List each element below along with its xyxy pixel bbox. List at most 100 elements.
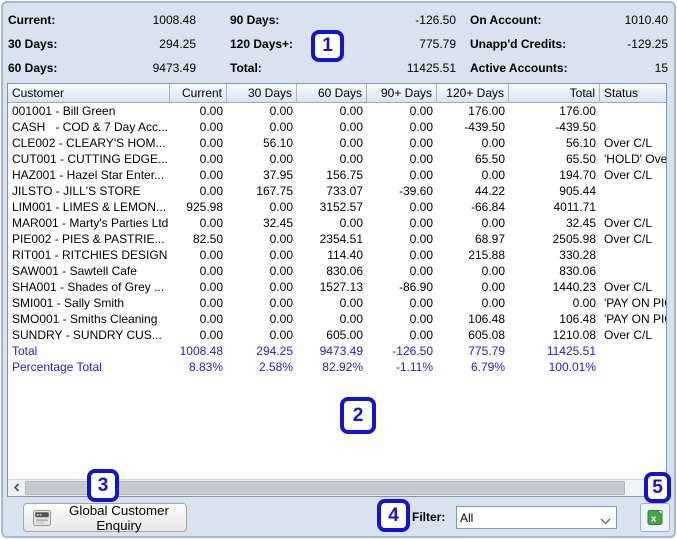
- table-row[interactable]: JILSTO - JILL'S STORE 0.00 167.75 733.07…: [8, 183, 666, 199]
- column-header-total[interactable]: Total: [509, 84, 600, 102]
- table-row[interactable]: SHA001 - Shades of Grey ... 0.00 0.00 15…: [8, 279, 666, 295]
- cell-customer: SAW001 - Sawtell Cafe: [12, 264, 137, 278]
- table-row[interactable]: 001001 - Bill Green 0.00 0.00 0.00 0.00 …: [8, 103, 666, 119]
- summary-value: 11425.51: [406, 61, 456, 75]
- summary-item: On Account: 1010.40: [470, 8, 668, 32]
- summary-value: 1008.48: [152, 13, 196, 27]
- cell-total: 2505.98: [552, 232, 596, 246]
- summary-label: 30 Days:: [8, 37, 58, 51]
- cell-current: 925.98: [186, 200, 223, 214]
- column-header-customer[interactable]: Customer: [8, 84, 170, 102]
- cell-current: 82.50: [192, 232, 223, 246]
- table-row[interactable]: SAW001 - Sawtell Cafe 0.00 0.00 830.06 0…: [8, 263, 666, 279]
- cell-current: 0.00: [199, 104, 223, 118]
- cell-status: [600, 103, 666, 119]
- cell-30-days: 0.00: [269, 264, 293, 278]
- cell-60-days: 0.00: [339, 312, 363, 326]
- summary-value: 294.25: [159, 37, 196, 51]
- excel-file-icon: x: [647, 509, 663, 526]
- cell-90-days: 0.00: [409, 120, 433, 134]
- column-header-60-days[interactable]: 60 Days: [297, 84, 367, 102]
- cell-status: [600, 183, 666, 199]
- cell-90-days: 0.00: [409, 216, 433, 230]
- filter-dropdown-wrap: All: [456, 506, 617, 529]
- column-header-30-days[interactable]: 30 Days: [227, 84, 297, 102]
- cell-120-days: 0.00: [481, 264, 505, 278]
- cell-customer: HAZ001 - Hazel Star Enter...: [12, 168, 165, 182]
- table-row[interactable]: SMO001 - Smiths Cleaning 0.00 0.00 0.00 …: [8, 311, 666, 327]
- cell-status: Over C/L: [604, 328, 653, 342]
- cell-total-120-days: 775.79: [468, 344, 505, 358]
- table-row[interactable]: PIE002 - PIES & PASTRIE... 82.50 0.00 23…: [8, 231, 666, 247]
- cell-30-days: 0.00: [269, 120, 293, 134]
- table-row[interactable]: RIT001 - RITCHIES DESIGN 0.00 0.00 114.4…: [8, 247, 666, 263]
- scroll-left-button[interactable]: [8, 480, 25, 496]
- summary-label: On Account:: [470, 13, 542, 27]
- cell-60-days: 0.00: [339, 120, 363, 134]
- summary-value: 775.79: [419, 37, 456, 51]
- cell-total: 0.00: [572, 296, 596, 310]
- cell-90-days: 0.00: [409, 200, 433, 214]
- cell-customer: JILSTO - JILL'S STORE: [12, 184, 141, 198]
- summary-label: Current:: [8, 13, 56, 27]
- card-file-icon: [33, 509, 51, 526]
- cell-current: 0.00: [199, 312, 223, 326]
- cell-120-days: 0.00: [481, 296, 505, 310]
- summary-item: 60 Days: 9473.49: [8, 56, 196, 80]
- summary-value: 15: [654, 61, 668, 75]
- cell-total-90-days: -126.50: [392, 344, 433, 358]
- cell-120-days: 0.00: [481, 280, 505, 294]
- cell-status: Over C/L: [604, 216, 653, 230]
- summary-value: 1010.40: [624, 13, 668, 27]
- svg-text:x: x: [651, 514, 657, 525]
- cell-120-days: 215.88: [468, 248, 505, 262]
- export-to-excel-button[interactable]: x: [640, 503, 670, 532]
- table-row[interactable]: SMI001 - Sally Smith 0.00 0.00 0.00 0.00…: [8, 295, 666, 311]
- cell-customer: LIM001 - LIMES & LEMON...: [12, 200, 167, 214]
- summary-item: Active Accounts: 15: [470, 56, 668, 80]
- table-row[interactable]: CUT001 - CUTTING EDGE... 0.00 0.00 0.00 …: [8, 151, 666, 167]
- column-header-status[interactable]: Status: [600, 84, 666, 102]
- cell-status: 'PAY ON PICKUP': [604, 312, 666, 326]
- cell-total: 106.48: [559, 312, 596, 326]
- column-header-90-days[interactable]: 90+ Days: [367, 84, 437, 102]
- cell-30-days: 0.00: [269, 152, 293, 166]
- cell-90-days: 0.00: [409, 296, 433, 310]
- cell-90-days: 0.00: [409, 168, 433, 182]
- cell-pct-total: 100.01%: [548, 360, 596, 374]
- table-row[interactable]: CASH - COD & 7 Day Acc... 0.00 0.00 0.00…: [8, 119, 666, 135]
- column-header-current[interactable]: Current: [170, 84, 227, 102]
- summary-label: Total:: [230, 61, 262, 75]
- cell-60-days: 114.40: [327, 248, 363, 262]
- totals-row: Total 1008.48 294.25 9473.49 -126.50 775…: [8, 343, 666, 359]
- cell-30-days: 56.10: [262, 136, 293, 150]
- table-row[interactable]: CLE002 - CLEARY'S HOM... 0.00 56.10 0.00…: [8, 135, 666, 151]
- cell-30-days: 0.00: [269, 232, 293, 246]
- cell-90-days: 0.00: [409, 312, 433, 326]
- table-body: 001001 - Bill Green 0.00 0.00 0.00 0.00 …: [8, 103, 666, 343]
- cell-status: [600, 263, 666, 279]
- column-header-120-days[interactable]: 120+ Days: [437, 84, 509, 102]
- cell-pct-label: Percentage Total: [12, 360, 102, 374]
- customer-aged-balance-table: Customer Current 30 Days 60 Days 90+ Day…: [7, 83, 667, 497]
- filter-dropdown[interactable]: All: [456, 506, 617, 529]
- summary-value: 9473.49: [152, 61, 196, 75]
- cell-current: 0.00: [199, 120, 223, 134]
- cell-60-days: 0.00: [339, 216, 363, 230]
- cell-60-days: 733.07: [326, 184, 363, 198]
- global-customer-enquiry-button[interactable]: Global Customer Enquiry: [23, 502, 187, 533]
- cell-current: 0.00: [199, 248, 223, 262]
- cell-customer: SUNDRY - SUNDRY CUS...: [12, 328, 162, 342]
- enquiry-button-label: Global Customer Enquiry: [68, 502, 169, 533]
- cell-120-days: 0.00: [481, 216, 505, 230]
- table-row[interactable]: LIM001 - LIMES & LEMON... 925.98 0.00 31…: [8, 199, 666, 215]
- summary-item: 30 Days: 294.25: [8, 32, 196, 56]
- cell-status: Over C/L: [604, 232, 653, 246]
- cell-120-days: -66.84: [470, 200, 505, 214]
- cell-30-days: 0.00: [269, 328, 293, 342]
- table-row[interactable]: MAR001 - Marty's Parties Ltd 0.00 32.45 …: [8, 215, 666, 231]
- table-row[interactable]: HAZ001 - Hazel Star Enter... 0.00 37.95 …: [8, 167, 666, 183]
- cell-pct-120-days: 6.79%: [470, 360, 505, 374]
- cell-total: 1440.23: [552, 280, 596, 294]
- table-row[interactable]: SUNDRY - SUNDRY CUS... 0.00 0.00 605.00 …: [8, 327, 666, 343]
